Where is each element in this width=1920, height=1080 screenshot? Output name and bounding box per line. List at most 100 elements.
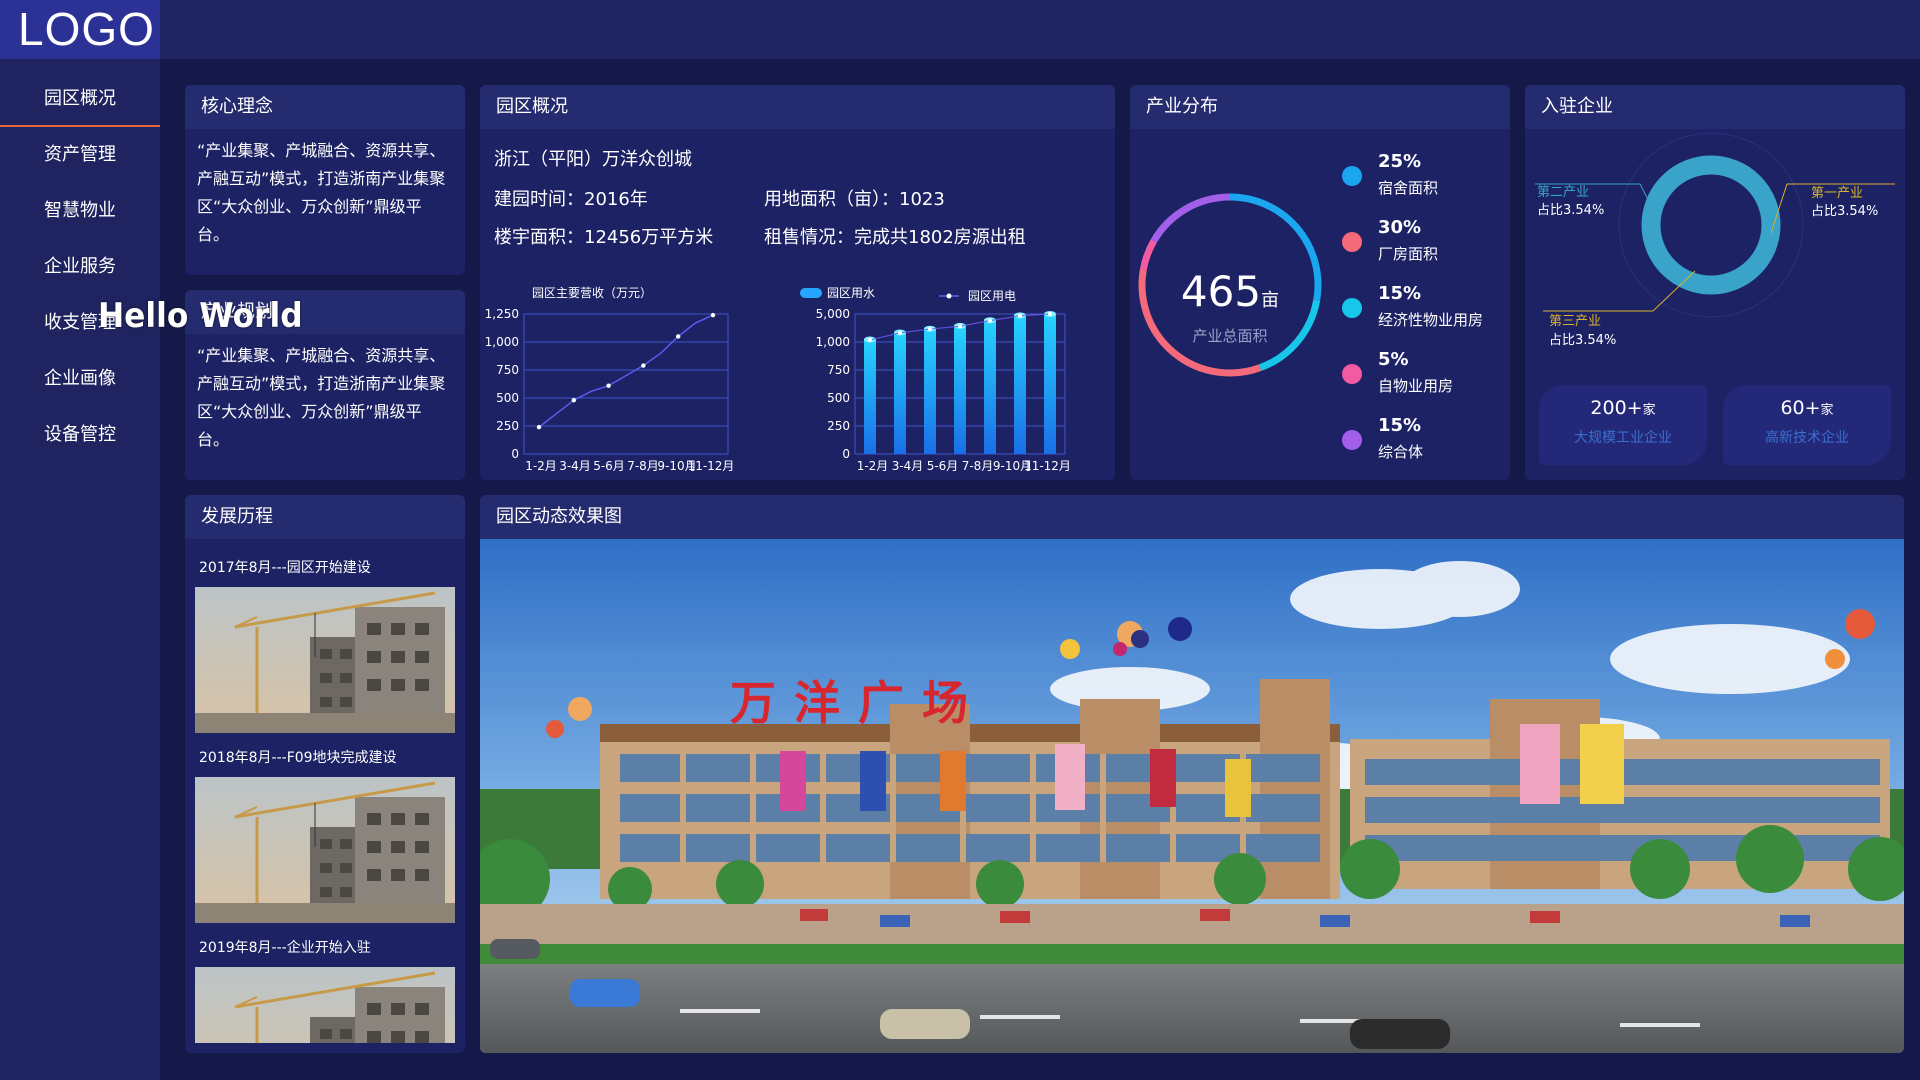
sidebar-item-device-control[interactable]: 设备管控 [0,407,160,463]
x-tick-label: 3-4月 [892,459,924,473]
ring-main [1641,155,1781,295]
water-bar [984,320,996,454]
park-rendering-image[interactable]: 万洋广场 [480,539,1904,1053]
y-tick-label: 1,000 [485,335,519,349]
y-tick-label: 750 [827,363,850,377]
panel-title: 园区动态效果图 [480,495,1904,539]
data-point [606,383,611,388]
history-photo[interactable] [195,777,455,923]
donut-slice [1150,193,1231,243]
panel-title: 园区概况 [480,85,1115,129]
legend-pct-dormitory: 25% [1378,151,1422,172]
water-bar [864,339,876,454]
y-tick-label: 0 [842,447,850,461]
stat-unit: 家 [1820,403,1834,418]
legend-dot-factory [1342,232,1362,252]
legend-dot-complex [1342,430,1362,450]
power-point [868,337,872,342]
land-area: 用地面积（亩）：1023 [764,189,945,210]
legend-label-complex: 综合体 [1378,443,1424,461]
plot-frame [523,313,729,455]
history-date: 2019年8月---企业开始入驻 [199,940,371,956]
water-bar [1014,315,1026,454]
stat-unit: 家 [1642,403,1656,418]
industry-plan-text: “产业集聚、产城融合、资源共享、产融互动”模式，打造浙南产业集聚区“大众创业、万… [197,346,446,449]
x-tick-label: 7-8月 [627,459,659,473]
donut-center-unit: 亩 [1261,290,1280,311]
panel-title: 发展历程 [185,495,465,539]
stat-label: 大规模工业企业 [1574,430,1672,446]
park-dynamic-panel: 园区动态效果图 万洋广场 [480,495,1904,1053]
power-point [958,324,962,329]
third-industry-pct: 占比3.54% [1549,333,1617,348]
legend-water-label: 园区用水 [827,286,875,300]
x-tick-label: 1-2月 [525,459,557,473]
donut-center-value-wrap: 465亩 [1130,267,1330,316]
legend-water-swatch [800,288,822,298]
power-point [988,318,992,323]
water-bar [894,332,906,454]
legend-pct-complex: 15% [1378,415,1422,436]
x-tick-label: 3-4月 [559,459,591,473]
second-industry-pct: 占比3.54% [1537,203,1605,218]
x-tick-label: 1-2月 [857,459,889,473]
utility-bar-chart: 园区用水 园区用电 0 250 500 750 1,000 5,000 1-2月 3-4月 5-… [800,286,1071,473]
y-tick-label: 5,000 [816,307,850,321]
x-tick-label: 11-12月 [1024,459,1071,473]
history-date: 2018年8月---F09地块完成建设 [199,750,397,766]
y-tick-label: 1,000 [816,335,850,349]
first-industry-pct: 占比3.54% [1811,204,1879,219]
donut-center-label: 产业总面积 [1192,327,1268,345]
donut-center-value: 465 [1180,267,1262,316]
y-tick-label: 250 [496,419,519,433]
power-point [1018,313,1022,318]
sidebar-item-park-overview[interactable]: 园区概况 [0,71,160,127]
stat-label: 高新技术企业 [1765,430,1849,446]
stat-card-large-industrial: 200+家 大规模工业企业 [1539,385,1707,465]
legend-dot-own-property [1342,364,1362,384]
water-bar [1044,314,1056,454]
legend-pct-factory: 30% [1378,217,1422,238]
y-tick-label: 500 [827,391,850,405]
sidebar-item-enterprise-portrait[interactable]: 企业画像 [0,351,160,407]
sidebar-item-smart-property[interactable]: 智慧物业 [0,183,160,239]
power-point [1048,312,1052,316]
third-industry-name: 第三产业 [1549,314,1602,329]
power-point [928,327,932,332]
construction-image [195,777,455,923]
legend-label-factory: 厂房面积 [1378,245,1439,263]
sidebar: 园区概况 资产管理 智慧物业 企业服务 收支管理 企业画像 设备管控 [0,59,160,1080]
x-tick-label: 7-8月 [962,459,994,473]
top-bar [0,0,1920,59]
data-point [676,334,681,339]
hello-world-overlay: Hello World [98,296,303,336]
data-point [571,398,576,403]
construction-image [195,967,455,1043]
history-photo[interactable] [195,587,455,733]
legend-dot-dormitory [1342,166,1362,186]
legend-label-dormitory: 宿舍面积 [1378,179,1439,197]
revenue-line-chart: 园区主要营收（万元） 0 250 500 750 1,000 1,250 1-2月 3-4月 5… [485,286,735,473]
stat-value-wrap: 60+家 [1723,397,1891,419]
x-tick-label: 11-12月 [688,459,735,473]
logo: LOGO [0,0,160,59]
y-tick-label: 1,250 [485,307,519,321]
rent-status: 租售情况：完成共1802房源出租 [764,227,1026,248]
park-overview-panel: 园区概况 浙江（平阳）万洋众创城 建园时间：2016年 用地面积（亩）：1023… [480,85,1115,480]
sidebar-item-asset-management[interactable]: 资产管理 [0,127,160,183]
park-name: 浙江（平阳）万洋众创城 [494,149,692,170]
industry-distribution-panel: 产业分布 465亩 产业总面积 25% 宿舍面积 30% 厂房面积 15% 经济… [1130,85,1510,480]
building-sign: 万洋广场 [730,676,986,730]
data-point [710,312,716,318]
data-point [536,424,542,430]
y-tick-label: 0 [511,447,519,461]
x-tick-label: 5-6月 [927,459,959,473]
history-photo[interactable] [195,967,455,1043]
legend-power-dot [946,293,952,299]
sidebar-item-enterprise-service[interactable]: 企业服务 [0,239,160,295]
legend-label-own-property: 自物业用房 [1378,377,1454,395]
donut-slice [1139,239,1157,271]
series-line [538,314,714,428]
panel-title: 入驻企业 [1525,85,1905,129]
y-tick-label: 750 [496,363,519,377]
